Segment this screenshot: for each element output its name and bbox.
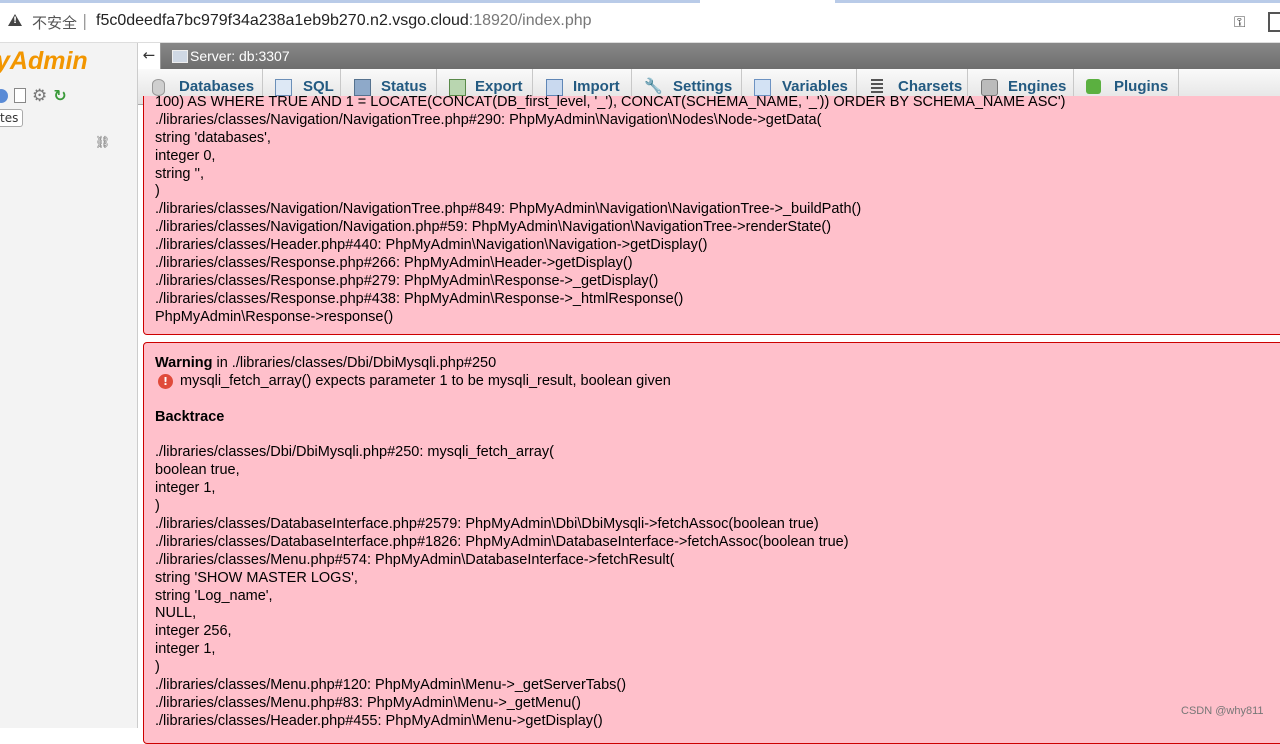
backtrace-title: Backtrace [155,408,225,425]
backtrace-line: integer 1, [155,480,216,497]
link-icon[interactable]: ⛓ [95,135,110,149]
collapse-nav-button[interactable]: ← [138,43,161,69]
window-edge-icon [1268,12,1280,32]
address-separator: | [82,11,88,30]
backtrace-line: 100) AS WHERE TRUE AND 1 = LOCATE(CONCAT… [155,94,1066,110]
warning-location: in ./libraries/classes/Dbi/DbiMysqli.php… [212,355,497,371]
navigation-panel: yAdmin ⚙ ↻ tes ⛓ [0,43,138,728]
backtrace-line: ./libraries/classes/Menu.php#574: PhpMyA… [155,551,675,568]
warning-heading: Warning in ./libraries/classes/Dbi/DbiMy… [155,355,849,373]
backtrace-line: integer 256, [155,623,232,640]
backtrace-line: ./libraries/classes/Response.php#279: Ph… [155,272,659,289]
wrench-icon: 🔧 [644,78,663,95]
backtrace-line: ./libraries/classes/DatabaseInterface.ph… [155,516,819,533]
url-field[interactable]: f5c0deedfa7bc979f34a238a1eb9b270.n2.vsgo… [96,12,592,30]
insecure-label[interactable]: 不安全 [32,12,77,33]
backtrace-line: ./libraries/classes/Response.php#266: Ph… [155,255,633,272]
backtrace-line: PhpMyAdmin\Response->response() [155,308,394,325]
backtrace-line: ) [155,183,160,200]
backtrace-line: string 'databases', [155,129,271,146]
nav-tree-tab[interactable]: tes [0,109,24,127]
backtrace-line: string 'Log_name', [155,587,273,604]
warning-message-line: ! mysqli_fetch_array() expects parameter … [155,373,849,391]
warning-triangle-icon[interactable]: ! [8,14,22,26]
key-icon[interactable]: ⚿ [1234,13,1245,31]
navigation-icons: ⚙ ↻ [0,85,73,104]
backtrace-line: integer 0, [155,147,216,164]
backtrace-line: ./libraries/classes/DatabaseInterface.ph… [155,533,849,550]
warning-message: mysqli_fetch_array() expects parameter 1… [180,372,671,389]
watermark: CSDN @why811 [1181,705,1264,717]
url-port-path: :18920/index.php [468,12,592,29]
error-box: 100) AS WHERE TRUE AND 1 = LOCATE(CONCAT… [143,94,1280,335]
error-icon: ! [158,373,173,389]
backtrace-line: ./libraries/classes/Header.php#455: PhpM… [155,712,603,729]
backtrace-line: integer 1, [155,641,216,658]
browser-tab-strip [0,0,1280,3]
backtrace-line: ) [155,498,160,515]
browser-tab-indicator[interactable] [835,0,1280,3]
backtrace-line: NULL, [155,605,197,622]
backtrace-line: ./libraries/classes/Menu.php#83: PhpMyAd… [155,694,581,711]
server-icon [172,50,188,63]
backtrace-line: ./libraries/classes/Navigation/Navigatio… [155,219,832,236]
backtrace-line: boolean true, [155,462,240,479]
backtrace-line: ./libraries/classes/Response.php#438: Ph… [155,290,684,307]
browser-tab-indicator[interactable] [0,0,700,3]
backtrace-line: ./libraries/classes/Navigation/Navigatio… [155,201,862,218]
backtrace-lines: 100) AS WHERE TRUE AND 1 = LOCATE(CONCAT… [155,94,1065,327]
gear-icon[interactable]: ⚙ [32,87,47,104]
backtrace-line: ) [155,659,160,676]
backtrace-line: ./libraries/classes/Dbi/DbiMysqli.php#25… [155,444,554,461]
backtrace-line: ./libraries/classes/Header.php#440: PhpM… [155,237,708,254]
reload-icon[interactable]: ↻ [53,87,66,103]
warning-word: Warning [155,355,213,371]
backtrace-line: ./libraries/classes/Menu.php#120: PhpMyA… [155,677,627,694]
warning-box: Warning in ./libraries/classes/Dbi/DbiMy… [143,342,1280,744]
backtrace-line: string '', [155,165,205,182]
url-host: f5c0deedfa7bc979f34a238a1eb9b270.n2.vsgo… [96,12,469,29]
browser-address-bar: ! 不安全 | f5c0deedfa7bc979f34a238a1eb9b270… [0,0,1280,43]
blank-line [155,391,849,409]
phpmyadmin-logo[interactable]: yAdmin [0,47,88,76]
backtrace-line: ./libraries/classes/Navigation/Navigatio… [155,111,822,128]
home-icon[interactable] [0,88,8,103]
warning-content: Warning in ./libraries/classes/Dbi/DbiMy… [155,355,849,731]
backtrace-line: string 'SHOW MASTER LOGS', [155,569,358,586]
puzzle-icon [1086,79,1101,94]
charsets-icon [871,79,883,94]
documentation-icon[interactable] [14,88,26,103]
blank-line [155,427,849,445]
server-breadcrumb-bar: ← Server: db:3307 [138,43,1280,69]
server-label[interactable]: Server: db:3307 [190,48,290,64]
